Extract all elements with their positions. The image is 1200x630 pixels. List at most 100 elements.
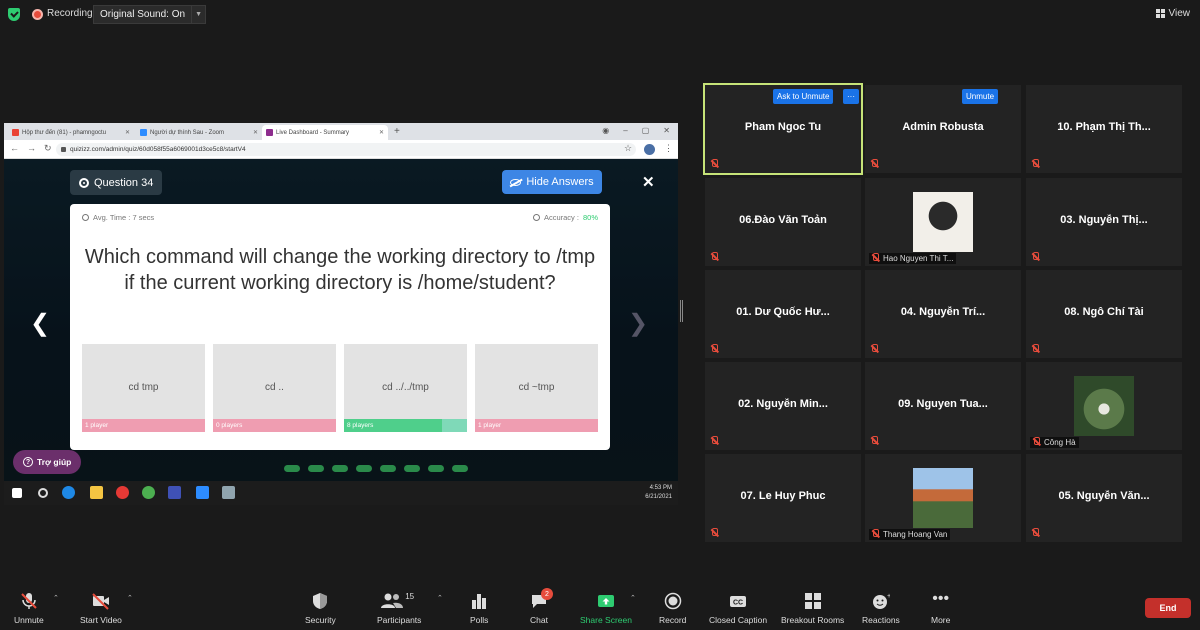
url-input[interactable]: quizizz.com/admin/quiz/60d058f55a6069001… (56, 143, 636, 156)
close-window-icon[interactable]: ✕ (663, 126, 670, 135)
chevron-up-icon[interactable]: ⌃ (630, 594, 636, 602)
chat-bubble-icon: 2 (530, 588, 553, 610)
breakout-rooms-button[interactable]: Breakout Rooms (781, 586, 844, 630)
participant-tile[interactable]: 05. Nguyễn Văn... (1026, 454, 1182, 542)
accuracy-label: Accuracy : (543, 213, 579, 222)
window-controls: ◉ – ▢ ✕ (602, 126, 670, 135)
close-icon[interactable]: ✕ (379, 129, 384, 136)
chevron-up-icon[interactable]: ⌃ (127, 594, 133, 602)
answer-player-count: 1 player (478, 422, 502, 429)
svg-text:+: + (887, 593, 890, 600)
participant-tile[interactable]: 07. Le Huy Phuc (705, 454, 861, 542)
reload-icon[interactable]: ↻ (44, 143, 52, 154)
browser-tab-label: Hộp thư đến (81) - phamngoctu (22, 129, 107, 136)
microphone-muted-icon (710, 159, 719, 168)
browser-tab-label: Người dự thính Sau - Zoom (150, 129, 224, 136)
start-video-button[interactable]: Start Video (80, 586, 122, 630)
microphone-muted-icon (1031, 528, 1040, 537)
more-options-icon[interactable]: ··· (843, 89, 859, 104)
chrome-icon[interactable] (142, 486, 155, 499)
participant-tile[interactable]: 08. Ngô Chí Tài (1026, 270, 1182, 358)
taskbar-date: 6/21/2021 (645, 494, 672, 500)
record-button[interactable]: Record (659, 586, 686, 630)
participant-tile[interactable]: 10. Phạm Thị Th... (1026, 85, 1182, 173)
progress-dots (284, 465, 468, 472)
microphone-muted-icon (710, 528, 719, 537)
participant-tile[interactable]: 01. Dư Quốc Hư... (705, 270, 861, 358)
unmute-button[interactable]: Unmute (14, 586, 44, 630)
participant-tile[interactable]: Công Hà (1026, 362, 1182, 450)
resize-handle[interactable] (680, 300, 683, 322)
hide-answers-button[interactable]: Hide Answers (502, 170, 602, 194)
forward-icon[interactable]: → (27, 143, 36, 154)
answer-option-text: cd tmp (128, 382, 159, 393)
unmute-participant-button[interactable]: Unmute (962, 89, 999, 104)
share-screen-button[interactable]: Share Screen (580, 586, 632, 630)
participant-tile[interactable]: Thang Hoang Van (865, 454, 1021, 542)
view-button[interactable]: View (1155, 8, 1190, 19)
answer-option-correct: cd ../../tmp 8 players (344, 344, 467, 432)
participant-tile[interactable]: 03. Nguyễn Thị... (1026, 178, 1182, 266)
microphone-muted-icon (1031, 344, 1040, 353)
microphone-muted-icon (870, 344, 879, 353)
smiley-plus-icon: + (872, 592, 891, 610)
participant-tile[interactable]: Hao Nguyen Thi T... (865, 178, 1021, 266)
original-sound-label[interactable]: Original Sound: On (94, 9, 191, 20)
microphone-muted-icon (871, 529, 880, 538)
participants-button[interactable]: 15 Participants (377, 586, 421, 630)
question-card: Avg. Time : 7 secs Accuracy : 80% Which … (70, 204, 610, 450)
chevron-up-icon[interactable]: ⌃ (437, 594, 443, 602)
file-explorer-icon[interactable] (90, 486, 103, 499)
chevron-up-icon[interactable]: ⌃ (53, 594, 59, 602)
ask-to-unmute-button[interactable]: Ask to Unmute (773, 89, 834, 104)
app-icon[interactable] (222, 486, 235, 499)
browser-menu-icon[interactable]: ⋮ (664, 143, 673, 154)
opera-icon[interactable] (116, 486, 129, 499)
close-icon[interactable]: ✕ (642, 173, 655, 191)
participants-count: 15 (405, 592, 415, 601)
participant-tile[interactable]: Pham Ngoc Tu Ask to Unmute ··· (703, 83, 863, 175)
maximize-icon[interactable]: ▢ (642, 126, 650, 135)
start-video-label: Start Video (80, 615, 122, 625)
security-button[interactable]: Security (305, 586, 336, 630)
more-label: More (931, 615, 951, 625)
windows-start-icon[interactable] (12, 488, 22, 498)
previous-question-icon[interactable]: ❮ (30, 309, 50, 338)
participant-tile[interactable]: 04. Nguyễn Trí... (865, 270, 1021, 358)
next-question-icon[interactable]: ❯ (628, 309, 648, 338)
browser-tab-zoom[interactable]: Người dự thính Sau - Zoom ✕ (136, 125, 262, 140)
avg-time-label: Avg. Time : 7 secs (93, 213, 155, 222)
participant-tile[interactable]: 06.Đào Văn Toản (705, 178, 861, 266)
more-button[interactable]: ••• More (931, 586, 950, 630)
search-icon[interactable] (38, 488, 48, 498)
minimize-icon[interactable]: – (623, 126, 627, 135)
participant-tile[interactable]: 02. Nguyễn Min... (705, 362, 861, 450)
close-icon[interactable]: ✕ (125, 129, 130, 136)
back-icon[interactable]: ← (10, 143, 19, 154)
target-icon (79, 177, 89, 188)
breakout-rooms-label: Breakout Rooms (781, 615, 845, 625)
chat-button[interactable]: 2 Chat (530, 586, 553, 630)
security-shield-icon[interactable] (8, 8, 20, 21)
share-screen-icon (597, 592, 615, 610)
profile-avatar[interactable] (644, 144, 655, 155)
polls-button[interactable]: Polls (470, 586, 488, 630)
clock-icon (82, 214, 89, 221)
help-button[interactable]: ? Trợ giúp (13, 450, 82, 474)
bookmark-star-icon[interactable]: ☆ (624, 143, 632, 154)
new-tab-icon[interactable]: + (394, 126, 400, 137)
original-sound-toggle[interactable]: Original Sound: On ▼ (93, 5, 207, 24)
app-icon[interactable] (168, 486, 181, 499)
browser-tab-gmail[interactable]: Hộp thư đến (81) - phamngoctu ✕ (8, 125, 134, 140)
end-meeting-button[interactable]: End (1145, 598, 1191, 618)
edge-icon[interactable] (62, 486, 75, 499)
more-dots-icon: ••• (932, 590, 950, 607)
closed-caption-button[interactable]: CC Closed Caption (709, 586, 767, 630)
participant-tile[interactable]: Admin Robusta Unmute (865, 85, 1021, 173)
chevron-down-icon[interactable]: ▼ (191, 6, 205, 23)
zoom-icon[interactable] (196, 486, 209, 499)
reactions-button[interactable]: + Reactions (862, 586, 900, 630)
close-icon[interactable]: ✕ (253, 129, 258, 136)
browser-tab-quizizz[interactable]: Live Dashboard - Summary ✕ (262, 125, 388, 140)
participant-tile[interactable]: 09. Nguyen Tua... (865, 362, 1021, 450)
